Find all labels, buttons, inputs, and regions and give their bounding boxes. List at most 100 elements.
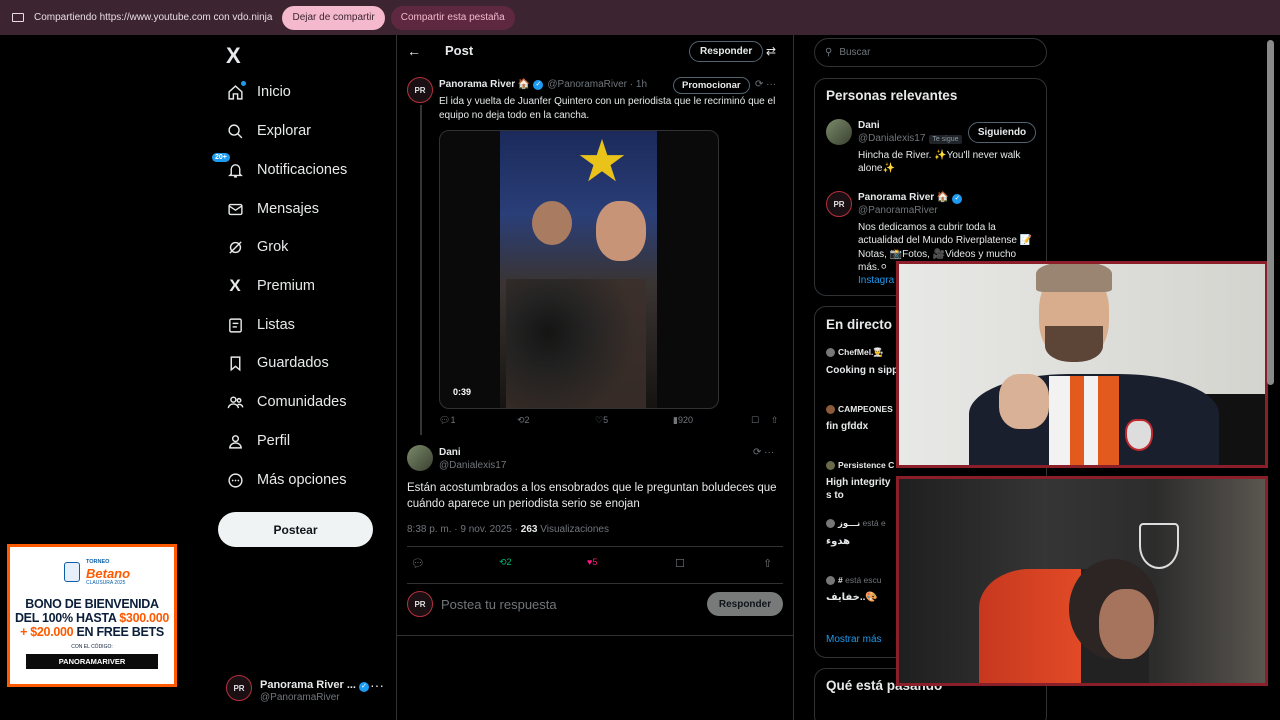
video-duration: 0:39	[453, 387, 472, 397]
nav-item-home[interactable]: Inicio	[226, 77, 291, 107]
microphones-graphic	[506, 279, 646, 408]
search-icon: ⚲	[825, 47, 833, 58]
account-handle: @PanoramaRiver	[260, 692, 340, 703]
post-header: ← Post Responder ⇄	[397, 35, 793, 69]
sponsor-logo: Betano	[86, 566, 131, 581]
share-icon[interactable]: ⇧	[763, 557, 772, 570]
person-icon	[226, 432, 244, 450]
nav-item-profile[interactable]: Perfil	[226, 426, 290, 456]
x-icon: X	[229, 276, 241, 295]
nav-item-bookmarks[interactable]: Guardados	[226, 348, 329, 378]
like-action[interactable]: ♥ 5	[587, 557, 597, 567]
promote-button[interactable]: Promocionar	[673, 77, 750, 94]
account-switcher[interactable]: PR Panorama River ... ✓ @PanoramaRiver ··…	[226, 675, 384, 703]
nav-label: Inicio	[257, 84, 291, 100]
reply-submit-button[interactable]: Responder	[707, 592, 783, 616]
author-name[interactable]: Dani	[439, 447, 461, 458]
person-name[interactable]: Panorama River 🏠 ✓	[858, 192, 963, 204]
nav-label: Grok	[257, 239, 289, 255]
bookmark-icon[interactable]: ☐	[751, 415, 759, 426]
divider	[407, 583, 783, 584]
reply-action[interactable]: 💬︎ 1	[439, 415, 455, 426]
nav-item-more[interactable]: Más opciones	[226, 465, 346, 495]
author-handle[interactable]: @Danialexis17	[439, 460, 506, 471]
person-handle[interactable]: @Danialexis17 Te sigue	[858, 133, 962, 144]
club-crest-graphic	[1139, 523, 1179, 569]
bookmark-icon[interactable]: ☐	[675, 557, 685, 570]
back-arrow-icon[interactable]: ←	[407, 43, 421, 59]
share-this-tab-button[interactable]: Compartir esta pestaña	[390, 5, 515, 30]
reply-icon[interactable]: 💬︎	[411, 557, 425, 570]
settings-sliders-icon[interactable]: ⇄	[766, 44, 776, 58]
promo-code: PANORAMARIVER	[26, 654, 158, 669]
bookmark-icon	[226, 354, 244, 372]
like-action[interactable]: ♡ 5	[595, 415, 608, 426]
nav-label: Listas	[257, 317, 295, 333]
post-text: Están acostumbrados a los ensobrados que…	[407, 482, 777, 510]
search-input[interactable]: ⚲ Buscar	[814, 38, 1047, 67]
more-icon[interactable]: ⟳ ···	[753, 447, 774, 458]
divider	[397, 635, 793, 636]
stop-sharing-button[interactable]: Dejar de compartir	[282, 5, 385, 30]
verified-icon: ✓	[359, 682, 369, 692]
nav-item-premium[interactable]: X Premium	[226, 271, 315, 301]
person-handle[interactable]: @PanoramaRiver	[858, 205, 938, 216]
nav-label: Guardados	[257, 355, 329, 371]
share-icon[interactable]: ⇧	[771, 415, 779, 426]
verified-icon: ✓	[533, 79, 544, 90]
nav-item-communities[interactable]: Comunidades	[226, 387, 346, 417]
more-icon[interactable]: ⟳ ···	[755, 79, 776, 90]
webcam-overlay-bottom	[896, 476, 1268, 686]
thread-line	[420, 105, 422, 435]
avatar: PR	[407, 591, 433, 617]
author-handle[interactable]: @PanoramaRiver · 1h	[547, 79, 647, 90]
screen-share-icon	[12, 13, 24, 22]
post-text: El ida y vuelta de Juanfer Quintero con …	[439, 96, 776, 121]
views-action[interactable]: ▮ 920	[673, 415, 693, 426]
nav-label: Explorar	[257, 123, 311, 139]
post-button[interactable]: Postear	[218, 512, 373, 547]
avatar[interactable]	[826, 119, 852, 145]
panel-title: Personas relevantes	[826, 88, 958, 103]
x-logo[interactable]: X	[226, 43, 241, 69]
nav-item-notifications[interactable]: 20+ Notificaciones	[212, 153, 348, 185]
avatar[interactable]	[407, 445, 433, 471]
post-meta: Panorama River 🏠 ✓ @PanoramaRiver · 1h	[439, 79, 647, 90]
star-graphic: ★	[576, 130, 628, 194]
nav-item-messages[interactable]: Mensajes	[226, 194, 319, 224]
person-name[interactable]: Dani	[858, 120, 880, 131]
left-navigation: X Inicio Explorar 20+ Notificaciones Men…	[212, 35, 396, 720]
screen-share-bar: Compartiendo https://www.youtube.com con…	[0, 0, 1280, 35]
author-name[interactable]: Panorama River 🏠	[439, 79, 530, 90]
notification-badge: 20+	[212, 153, 230, 162]
nav-item-grok[interactable]: Grok	[226, 232, 288, 262]
avatar[interactable]: PR	[826, 191, 852, 217]
following-button[interactable]: Siguiendo	[968, 122, 1036, 143]
person-graphic	[532, 201, 572, 245]
avatar[interactable]: PR	[407, 77, 433, 103]
club-crest-graphic	[1125, 419, 1153, 451]
video-frame[interactable]: ★	[500, 130, 657, 408]
sponsor-ad[interactable]: TORNEO Betano CLAUSURA 2025 BONO DE BIEN…	[7, 544, 177, 687]
nav-item-explore[interactable]: Explorar	[226, 116, 311, 146]
nav-label: Comunidades	[257, 394, 347, 410]
show-more-link[interactable]: Mostrar más	[826, 634, 882, 645]
nav-label: Perfil	[257, 433, 291, 449]
more-circle-icon	[226, 471, 244, 489]
nav-label: Más opciones	[257, 472, 347, 488]
more-icon[interactable]: ···	[370, 677, 384, 693]
reply-input[interactable]: Postea tu respuesta	[441, 597, 557, 612]
repost-action[interactable]: ⟲ 2	[517, 415, 530, 426]
divider	[407, 546, 783, 547]
scrollbar[interactable]	[1267, 40, 1274, 385]
nav-label: Notificaciones	[257, 162, 348, 178]
post-timestamp: 8:38 p. m. · 9 nov. 2025 · 263 Visualiza…	[407, 524, 609, 535]
repost-action[interactable]: ⟲ 2	[499, 557, 512, 568]
person-graphic	[596, 201, 646, 261]
video-player[interactable]: ★ 0:39	[439, 130, 719, 409]
person-bio: Hincha de River. ✨You'll never walk alon…	[858, 150, 1021, 175]
post-actions: 💬︎ ⟲ 2 ♥ 5 ☐ ⇧	[407, 557, 783, 573]
reply-button[interactable]: Responder	[689, 41, 764, 62]
views-count: 263	[520, 524, 538, 535]
nav-item-lists[interactable]: Listas	[226, 310, 295, 340]
